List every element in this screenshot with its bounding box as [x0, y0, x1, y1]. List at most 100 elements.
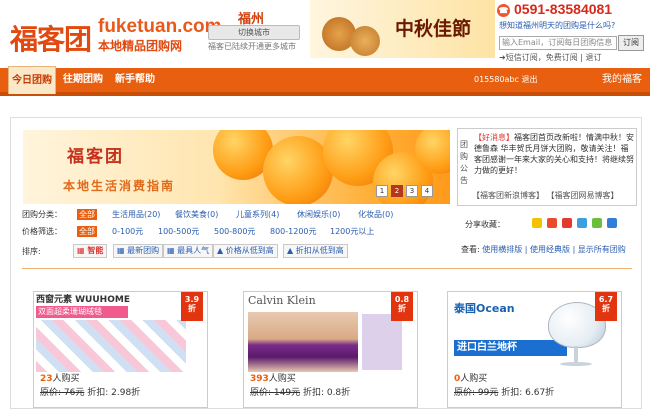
opened-cities-text: 福客已陆续开通更多城市: [208, 42, 296, 51]
sort-label: 排序:: [22, 247, 41, 256]
banner-title: 福客团: [67, 147, 124, 167]
logout-link[interactable]: 退出: [521, 75, 537, 84]
product-brand: 西窗元素 WUUHOME: [36, 295, 130, 305]
product-card[interactable]: Calvin Klein 0.8折 393人购买 原价: 149元 折扣: 0.…: [243, 291, 418, 408]
phone-icon: ☎: [497, 3, 510, 17]
sort-popular-label: 最具人气: [177, 246, 210, 255]
discount-value: 折扣: 6.67折: [501, 388, 555, 398]
view-options: 查看: 使用横排版 | 使用经典版 | 显示所有团购: [461, 244, 626, 255]
nav-help[interactable]: 新手帮助: [112, 68, 158, 92]
slide-page-2[interactable]: 2: [391, 185, 403, 197]
announcement-label: 团购公告: [460, 140, 468, 185]
sort-discount-asc[interactable]: ▲ 折扣从低到高: [283, 244, 348, 258]
price-filter: 价格筛选： 全部 0-100元 100-500元 500-800元 800-12…: [22, 226, 442, 238]
mooncake-image: [350, 26, 380, 56]
share-label: 分享收藏：: [465, 220, 505, 229]
blog-links[interactable]: 【福客团新浪博客】 【福客团网易博客】: [472, 190, 619, 201]
original-price: 原价: 76元: [40, 388, 85, 398]
sort-popular[interactable]: ▦ 最具人气: [163, 244, 214, 258]
price-info: 原价: 76元 折扣: 2.98折: [40, 385, 140, 398]
share-bookmark-icon[interactable]: [532, 218, 542, 228]
sold-number: 23: [40, 374, 53, 384]
category-label: 团购分类：: [22, 210, 62, 219]
view-label: 查看:: [461, 245, 480, 254]
switch-city-button[interactable]: 切换城市: [208, 25, 300, 40]
sort-price-asc[interactable]: ▲ 价格从低到高: [213, 244, 278, 258]
slide-pager: 1234: [376, 185, 436, 197]
announcement-text: 【好消息】福客团首页改新啦！情满中秋！安德鲁森 华丰贺氏月饼大团购，敬请关注！福…: [474, 132, 634, 176]
sold-suffix: 人购买: [268, 374, 296, 384]
filter-category-daily[interactable]: 生活用品(20): [112, 209, 160, 220]
discount-tag: 6.7折: [595, 292, 617, 321]
share-renren-icon[interactable]: [562, 218, 572, 228]
nav-past-deals[interactable]: 往期团购: [60, 68, 106, 92]
tomorrow-deal-link[interactable]: 想知道福州明天的团购是什么吗?: [499, 20, 615, 31]
discount-tag: 3.9折: [181, 292, 203, 321]
share-qq-icon[interactable]: [607, 218, 617, 228]
logo[interactable]: 福客团: [10, 18, 92, 58]
filter-price-100-500[interactable]: 100-500元: [158, 226, 199, 237]
my-account-link[interactable]: 我的福客: [602, 68, 642, 92]
hotline: ☎ 0591-83584081: [497, 1, 612, 17]
filter-price-800-1200[interactable]: 800-1200元: [270, 226, 317, 237]
mooncake-banner[interactable]: 中秋佳節: [310, 0, 495, 58]
sort-smart-label: 智能: [87, 246, 104, 255]
product-promo: 进口白兰地杯: [454, 340, 567, 356]
view-layout-links[interactable]: 使用横排版 | 使用经典版 | 显示所有团购: [482, 245, 626, 254]
product-promo: 双面超柔珊瑚绒毯: [36, 306, 128, 318]
filter-category-leisure[interactable]: 休闲娱乐(0): [297, 209, 340, 220]
sold-number: 393: [250, 374, 269, 384]
share-kaixin-icon[interactable]: [577, 218, 587, 228]
share-douban-icon[interactable]: [592, 218, 602, 228]
subscribe-email-input[interactable]: 输入Email，订阅每日团购信息: [499, 36, 617, 50]
product-image[interactable]: [248, 312, 358, 372]
slide-page-4[interactable]: 4: [421, 185, 433, 197]
product-card[interactable]: 泰国Ocean 进口白兰地杯 6.7折 0人购买 原价: 99元 折扣: 6.6…: [447, 291, 622, 408]
sort-smart[interactable]: ▦ 智能: [73, 244, 108, 258]
sold-suffix: 人购买: [460, 374, 488, 384]
sort-newest-label: 最新团购: [127, 246, 160, 255]
discount-value: 折扣: 0.8折: [302, 388, 351, 398]
slide-page-3[interactable]: 3: [406, 185, 418, 197]
username: 015580abc: [474, 75, 519, 84]
logo-tagline: 本地精品团购网: [98, 39, 183, 53]
sold-count: 393人购买: [250, 371, 296, 384]
announcement-hot: 【好消息】: [474, 133, 514, 142]
filter-price-all[interactable]: 全部: [77, 226, 97, 237]
product-brand: Calvin Klein: [248, 294, 316, 307]
logo-domain[interactable]: fuketuan.com: [98, 16, 222, 38]
price-label: 价格筛选：: [22, 227, 62, 236]
nav-today-deals[interactable]: 今日团购: [8, 66, 56, 94]
filter-category-food[interactable]: 餐饮美食(0): [175, 209, 218, 220]
filter-category-cosmetics[interactable]: 化妆品(0): [358, 209, 393, 220]
site-header: 福客团 fuketuan.com 本地精品团购网 福州 切换城市 福客已陆续开通…: [0, 0, 650, 66]
sort-newest[interactable]: ▦ 最新团购: [113, 244, 164, 258]
mooncake-banner-text: 中秋佳節: [395, 18, 472, 40]
discount-tag: 0.8折: [391, 292, 413, 321]
filter-price-500-800[interactable]: 500-800元: [214, 226, 255, 237]
banner-subtitle: 本地生活消费指南: [63, 179, 176, 193]
section-divider: [22, 268, 632, 269]
user-info: 015580abc 退出: [474, 68, 537, 92]
announcement-box: 团购公告 【好消息】福客团首页改新啦！情满中秋！安德鲁森 华丰贺氏月饼大团购，敬…: [457, 128, 637, 206]
category-filter: 团购分类： 全部 生活用品(20) 餐饮美食(0) 儿童系列(4) 休闲娱乐(0…: [22, 209, 442, 221]
filter-price-1200-plus[interactable]: 1200元以上: [330, 226, 374, 237]
product-image[interactable]: [36, 320, 186, 372]
sold-suffix: 人购买: [52, 374, 80, 384]
filter-price-0-100[interactable]: 0-100元: [112, 226, 143, 237]
price-info: 原价: 149元 折扣: 0.8折: [250, 385, 350, 398]
product-card[interactable]: 西窗元素 WUUHOME 双面超柔珊瑚绒毯 3.9折 23人购买 原价: 76元…: [33, 291, 208, 408]
subscribe-links[interactable]: ➜短信订阅，免费订阅 | 退订: [499, 52, 601, 63]
main-nav: 今日团购 往期团购 新手帮助 015580abc 退出 我的福客: [0, 66, 650, 96]
banner-slideshow[interactable]: 福客团 本地生活消费指南 1234: [23, 130, 450, 204]
subscribe-button[interactable]: 订阅: [618, 35, 644, 51]
glass-base: [560, 362, 592, 366]
slide-page-1[interactable]: 1: [376, 185, 388, 197]
hotline-number: 0591-83584081: [514, 1, 613, 17]
price-info: 原价: 99元 折扣: 6.67折: [454, 385, 554, 398]
filter-category-all[interactable]: 全部: [77, 209, 97, 220]
glass-stem: [574, 346, 578, 362]
filter-category-kids[interactable]: 儿童系列(4): [236, 209, 279, 220]
discount-value: 折扣: 2.98折: [87, 388, 141, 398]
share-weibo-icon[interactable]: [547, 218, 557, 228]
